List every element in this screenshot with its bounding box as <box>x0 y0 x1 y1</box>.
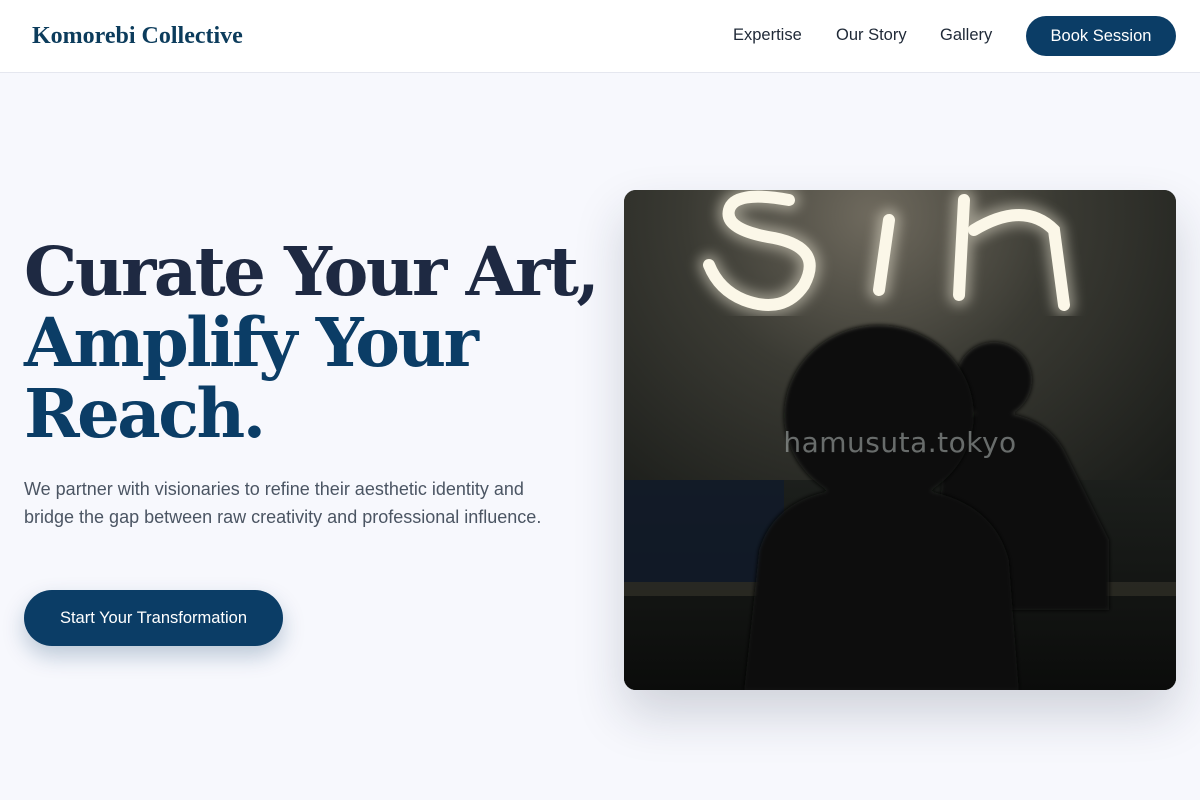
top-navbar: Komorebi Collective Expertise Our Story … <box>0 0 1200 73</box>
image-watermark: hamusuta.tokyo <box>783 426 1017 459</box>
hero-title-line-3: Reach. <box>24 374 266 453</box>
nav-link-gallery[interactable]: Gallery <box>940 24 992 46</box>
start-transformation-button[interactable]: Start Your Transformation <box>24 590 283 646</box>
hero-description: We partner with visionaries to refine th… <box>24 479 542 527</box>
hero-title-line-2: Amplify Your <box>24 303 479 382</box>
hero-photo: hamusuta.tokyo <box>624 190 1176 690</box>
brand-logo[interactable]: Komorebi Collective <box>32 21 243 51</box>
hero-title: Curate Your Art, Amplify Your Reach. <box>24 236 604 449</box>
hero-title-line-1: Curate Your Art, <box>24 232 600 311</box>
book-session-button[interactable]: Book Session <box>1026 16 1176 56</box>
nav-link-our-story[interactable]: Our Story <box>836 24 907 46</box>
nav-link-expertise[interactable]: Expertise <box>733 24 802 46</box>
